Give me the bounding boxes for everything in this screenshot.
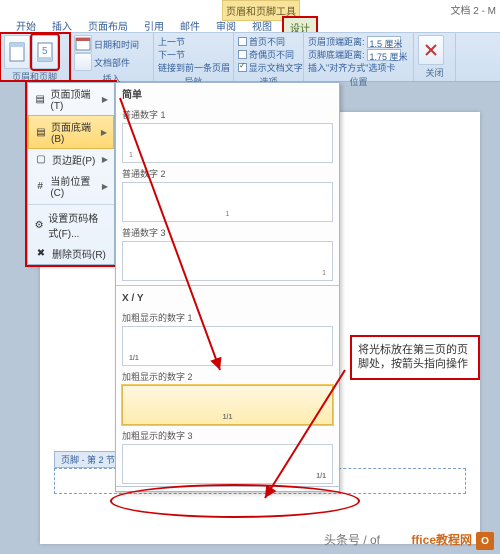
header-dist-input[interactable]: 1.5 厘米 [367, 36, 401, 48]
gallery-item-plain1[interactable]: 普通数字 1 1 [122, 106, 333, 163]
pagenumber-dropdown: ▤页面顶端(T)▶ ▤页面底端(B)▶ ▢页边距(P)▶ #当前位置(C)▶ ⚙… [27, 82, 115, 265]
prev-section[interactable]: 上一节 [158, 35, 229, 48]
datetime-label: 日期和时间 [94, 35, 139, 53]
group-insert: 日期和时间 文档部件 插入 [70, 33, 154, 81]
gallery-item-bold1[interactable]: 加粗显示的数字 1 1/1 [122, 309, 333, 366]
watermark-logo: O [476, 532, 494, 550]
gallery-item-label: 普通数字 1 [122, 106, 333, 123]
remove-icon: ✖ [34, 247, 48, 261]
gallery-item-plain2[interactable]: 普通数字 2 1 [122, 165, 333, 222]
footer-button[interactable]: 5 [32, 35, 58, 69]
oddeven-label: 奇偶页不同 [249, 48, 294, 61]
current-pos-icon: # [34, 179, 46, 193]
watermark-prefix: 头条号 / of [324, 531, 380, 548]
group-close-label: 关闭 [418, 66, 451, 79]
docparts-label: 文档部件 [94, 53, 130, 71]
gallery-item-bold3[interactable]: 加粗显示的数字 3 1/1 [122, 427, 333, 484]
group-options: 首页不同 奇偶页不同 显示文档文字 选项 [234, 33, 304, 81]
gallery-item-label: 加粗显示的数字 2 [122, 368, 333, 385]
submenu-arrow-icon: ▶ [102, 155, 108, 164]
link-prev[interactable]: 链接到前一条页眉 [158, 61, 229, 74]
footer-dist-input[interactable]: 1.75 厘米 [367, 49, 401, 61]
annotation-callout: 将光标放在第三页的页脚处，按箭头指向操作 [350, 335, 480, 380]
header-dist-label: 页眉顶端距离: [308, 35, 365, 48]
dd-current-pos[interactable]: #当前位置(C)▶ [28, 170, 114, 202]
annotation-ellipse [110, 484, 360, 518]
chk-first-diff[interactable] [238, 37, 247, 46]
gallery-simple-head: 简单 [116, 83, 339, 104]
chk-oddeven[interactable] [238, 50, 247, 59]
gallery-separator [116, 285, 339, 286]
chk-showtext[interactable] [238, 63, 247, 72]
format-icon: ⚙ [34, 218, 44, 232]
svg-text:5: 5 [42, 46, 48, 57]
dd-format[interactable]: ⚙设置页码格式(F)... [28, 207, 114, 243]
showtext-label: 显示文档文字 [249, 61, 303, 74]
gallery-item-label: 普通数字 3 [122, 224, 333, 241]
dd-page-bottom[interactable]: ▤页面底端(B)▶ [28, 115, 114, 149]
align-tab-button[interactable]: 插入"对齐方式"选项卡 [308, 61, 409, 74]
submenu-arrow-icon: ▶ [102, 182, 108, 191]
submenu-arrow-icon: ▶ [101, 128, 107, 137]
pagenumber-gallery[interactable]: 简单 普通数字 1 1 普通数字 2 1 普通数字 3 1 X / Y 加粗显示… [115, 82, 340, 492]
close-hf-button[interactable] [418, 35, 444, 65]
group-header-footer: 5 页眉和页脚 [0, 33, 70, 81]
gallery-xy-head: X / Y [116, 290, 339, 307]
dd-remove[interactable]: ✖删除页码(R) [28, 243, 114, 264]
first-diff-label: 首页不同 [249, 35, 285, 48]
submenu-arrow-icon: ▶ [102, 95, 108, 104]
gallery-item-label: 加粗显示的数字 1 [122, 309, 333, 326]
document-name: 文档 2 - M [450, 2, 496, 17]
docparts-button[interactable] [74, 53, 92, 71]
gallery-item-label: 普通数字 2 [122, 165, 333, 182]
gallery-item-plain3[interactable]: 普通数字 3 1 [122, 224, 333, 281]
dropdown-separator [28, 204, 114, 205]
gallery-item-bold2[interactable]: 加粗显示的数字 2 1/1 [122, 368, 333, 425]
group-position: 页眉顶端距离:1.5 厘米 页脚底端距离:1.75 厘米 插入"对齐方式"选项卡… [304, 33, 414, 81]
dd-page-margin[interactable]: ▢页边距(P)▶ [28, 149, 114, 170]
page-top-icon: ▤ [34, 92, 47, 106]
datetime-button[interactable] [74, 35, 92, 53]
header-button[interactable] [4, 35, 30, 69]
page-bottom-icon: ▤ [35, 125, 47, 139]
watermark-text: ffice教程网 [411, 531, 472, 548]
group-nav: 上一节 下一节 链接到前一条页眉 导航 [154, 33, 234, 81]
page-margin-icon: ▢ [34, 153, 48, 167]
dd-page-top[interactable]: ▤页面顶端(T)▶ [28, 83, 114, 115]
next-section[interactable]: 下一节 [158, 48, 229, 61]
gallery-item-label: 加粗显示的数字 3 [122, 427, 333, 444]
ribbon: 5 页眉和页脚 日期和时间 文档部件 插入 上一节 下一节 链接到前一条页眉 导… [0, 32, 500, 82]
group-close: 关闭 [414, 33, 456, 81]
footer-dist-label: 页脚底端距离: [308, 48, 365, 61]
